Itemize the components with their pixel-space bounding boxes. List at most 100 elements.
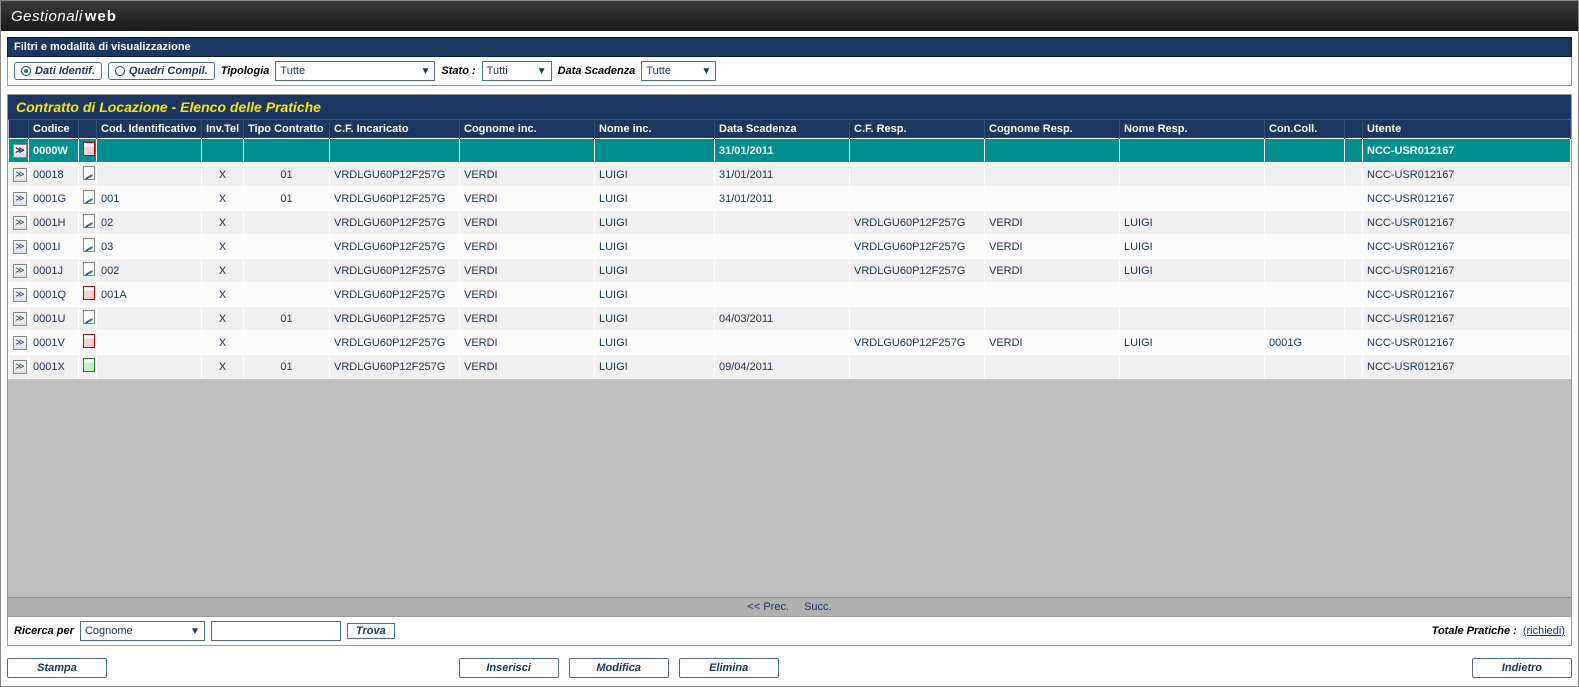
totale-request-link[interactable]: (richiedi) [1523,625,1565,637]
pager-prev[interactable]: << Prec. [747,601,789,613]
status-green-icon [83,358,95,372]
table-cell: NCC-USR012167 [1363,355,1571,379]
find-button[interactable]: Trova [347,623,395,639]
table-cell: 0001G [1265,331,1345,355]
column-header[interactable]: Nome inc. [595,120,715,139]
table-cell: 0001J [29,259,79,283]
table-row[interactable]: ≫0001Q001AXVRDLGU60P12F257GVERDILUIGINCC… [9,283,1571,307]
table-cell [79,211,97,235]
column-header[interactable]: Nome Resp. [1120,120,1265,139]
table-cell: 001 [97,187,202,211]
table-cell: NCC-USR012167 [1363,307,1571,331]
table-cell: X [202,331,244,355]
table-row[interactable]: ≫0001UX01VRDLGU60P12F257GVERDILUIGI04/03… [9,307,1571,331]
expand-row-button[interactable]: ≫ [13,240,27,254]
table-cell: ≫ [9,331,29,355]
table-cell [1345,139,1363,163]
table-cell: 0000W [29,139,79,163]
table-cell [244,331,330,355]
table-cell [1265,283,1345,307]
table-cell: 02 [97,211,202,235]
radio-quadri-compil[interactable]: Quadri Compil. [108,62,215,80]
table-cell [715,211,850,235]
column-header[interactable]: Con.Coll. [1265,120,1345,139]
table-cell: X [202,283,244,307]
table-cell [97,307,202,331]
indietro-button[interactable]: Indietro [1472,658,1572,678]
table-cell: VERDI [460,211,595,235]
table-cell [1120,283,1265,307]
expand-row-button[interactable]: ≫ [13,264,27,278]
elimina-button[interactable]: Elimina [679,658,779,678]
stampa-button[interactable]: Stampa [7,658,107,678]
tipologia-select[interactable]: Tutte ▼ [275,61,435,81]
table-cell [79,235,97,259]
column-header[interactable]: C.F. Resp. [850,120,985,139]
column-header[interactable]: C.F. Incaricato [330,120,460,139]
table-cell: VRDLGU60P12F257G [330,355,460,379]
table-cell: 01 [244,187,330,211]
table-cell [850,187,985,211]
column-header[interactable]: Cognome Resp. [985,120,1120,139]
column-header[interactable]: Tipo Contratto [244,120,330,139]
table-cell [244,259,330,283]
stato-select[interactable]: Tutti ▼ [482,61,552,81]
table-row[interactable]: ≫0001I03XVRDLGU60P12F257GVERDILUIGIVRDLG… [9,235,1571,259]
column-header[interactable] [9,120,29,139]
table-row[interactable]: ≫00018X01VRDLGU60P12F257GVERDILUIGI31/01… [9,163,1571,187]
column-header[interactable]: Inv.Tel [202,120,244,139]
column-header[interactable]: Cod. Identificativo [97,120,202,139]
column-header[interactable]: Cognome inc. [460,120,595,139]
search-input[interactable] [211,621,341,641]
table-cell: 0001I [29,235,79,259]
column-header[interactable]: Codice [29,120,79,139]
column-header[interactable]: Data Scadenza [715,120,850,139]
expand-row-button[interactable]: ≫ [13,288,27,302]
expand-row-button[interactable]: ≫ [13,360,27,374]
table-row[interactable]: ≫0000W31/01/2011NCC-USR012167 [9,139,1571,163]
table-cell: VERDI [460,307,595,331]
table-cell [1265,187,1345,211]
status-edit-icon [83,238,95,252]
table-cell [985,187,1120,211]
table-cell [715,331,850,355]
table-row[interactable]: ≫0001XX01VRDLGU60P12F257GVERDILUIGI09/04… [9,355,1571,379]
expand-row-button[interactable]: ≫ [13,168,27,182]
table-cell: VRDLGU60P12F257G [330,235,460,259]
table-cell: LUIGI [595,187,715,211]
modifica-button[interactable]: Modifica [569,658,669,678]
table-row[interactable]: ≫0001VXVRDLGU60P12F257GVERDILUIGIVRDLGU6… [9,331,1571,355]
table-cell: LUIGI [595,331,715,355]
column-header[interactable]: Utente [1363,120,1571,139]
table-cell: ≫ [9,283,29,307]
pager-next[interactable]: Succ. [804,601,832,613]
table-row[interactable]: ≫0001H02XVRDLGU60P12F257GVERDILUIGIVRDLG… [9,211,1571,235]
table-cell [985,283,1120,307]
status-edit-icon [83,166,95,180]
scadenza-select[interactable]: Tutte ▼ [641,61,716,81]
table-cell: NCC-USR012167 [1363,187,1571,211]
chevron-down-icon: ▼ [190,626,200,637]
radio-dati-identif[interactable]: Dati Identif. [14,62,102,80]
table-cell: VERDI [985,211,1120,235]
column-header[interactable] [1345,120,1363,139]
column-header[interactable] [79,120,97,139]
table-cell [1265,307,1345,331]
table-cell: VRDLGU60P12F257G [330,283,460,307]
status-red-icon [83,142,95,156]
expand-row-button[interactable]: ≫ [13,312,27,326]
expand-row-button[interactable]: ≫ [13,144,27,158]
status-red-icon [83,334,95,348]
table-cell: VRDLGU60P12F257G [850,235,985,259]
expand-row-button[interactable]: ≫ [13,192,27,206]
expand-row-button[interactable]: ≫ [13,216,27,230]
table-cell: 01 [244,163,330,187]
grid-scroll-area[interactable]: Codice Cod. IdentificativoInv.TelTipo Con… [8,119,1571,597]
table-row[interactable]: ≫0001G001X01VRDLGU60P12F257GVERDILUIGI31… [9,187,1571,211]
tipologia-value: Tutte [280,65,305,77]
table-row[interactable]: ≫0001J002XVRDLGU60P12F257GVERDILUIGIVRDL… [9,259,1571,283]
status-edit-icon [83,190,95,204]
expand-row-button[interactable]: ≫ [13,336,27,350]
search-field-select[interactable]: Cognome ▼ [80,621,205,641]
inserisci-button[interactable]: Inserisci [459,658,559,678]
